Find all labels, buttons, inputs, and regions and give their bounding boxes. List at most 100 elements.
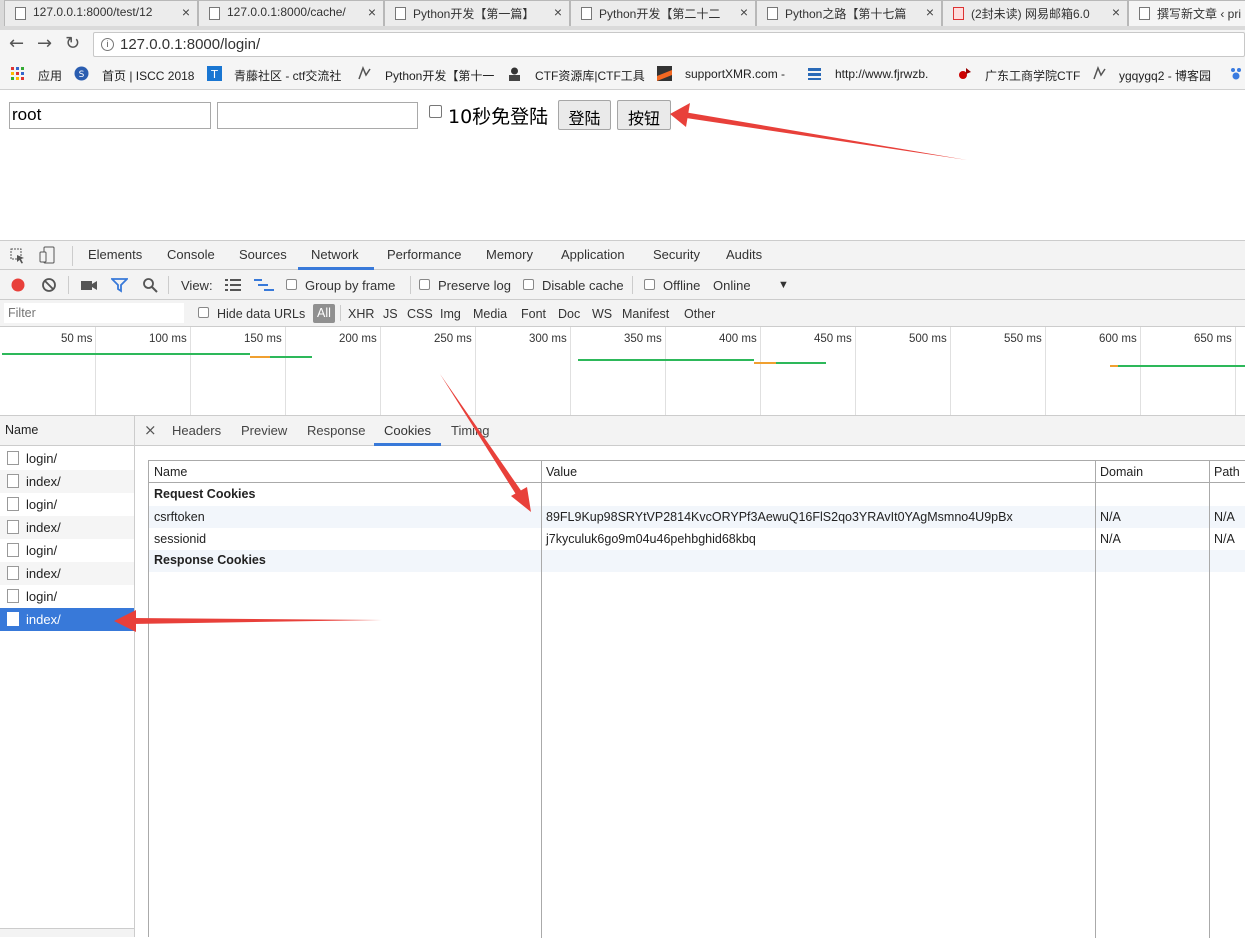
waterfall-overview-icon[interactable] (254, 278, 274, 292)
filter-type-other[interactable]: Other (684, 307, 715, 321)
search-icon[interactable] (142, 277, 158, 293)
offline-checkbox[interactable] (644, 279, 655, 290)
column-header-value[interactable]: Value (546, 465, 577, 479)
bookmark-fjrwzb[interactable]: http://www.fjrwzb. (835, 67, 928, 81)
tab-memory[interactable]: Memory (486, 247, 533, 262)
large-rows-icon[interactable] (225, 278, 241, 292)
tab-sources[interactable]: Sources (239, 247, 287, 262)
request-row[interactable]: login/ (0, 447, 134, 470)
bookmark-cnblogs[interactable]: ygqygq2 - 博客园 (1119, 67, 1211, 84)
request-name: login/ (26, 543, 58, 558)
filter-input[interactable] (4, 303, 184, 323)
filter-type-js[interactable]: JS (383, 307, 398, 321)
tab-application[interactable]: Application (561, 247, 625, 262)
close-icon[interactable]: × (926, 4, 934, 20)
browser-tab[interactable]: Python开发【第一篇】 × (384, 0, 570, 26)
group-by-frame-checkbox[interactable] (286, 279, 297, 290)
column-divider[interactable] (1209, 461, 1210, 938)
inspect-element-icon[interactable] (10, 248, 26, 264)
bookmark-apps[interactable]: 应用 (38, 67, 62, 84)
forward-arrow-icon[interactable]: → (37, 33, 52, 54)
column-divider[interactable] (1095, 461, 1096, 938)
extra-button[interactable]: 按钮 (617, 100, 671, 130)
close-icon[interactable]: × (740, 4, 748, 20)
request-row[interactable]: login/ (0, 493, 134, 516)
close-icon[interactable]: × (1112, 4, 1120, 20)
login-button[interactable]: 登陆 (558, 100, 611, 130)
column-header-name[interactable]: Name (154, 465, 187, 479)
browser-tab[interactable]: Python之路【第十七篇 × (756, 0, 942, 26)
horizontal-scrollbar[interactable] (0, 928, 134, 937)
browser-tab[interactable]: Python开发【第二十二 × (570, 0, 756, 26)
filter-funnel-icon[interactable] (111, 277, 128, 293)
request-row-selected[interactable]: index/ (0, 608, 134, 631)
blog-logo-icon (581, 7, 592, 20)
filter-type-img[interactable]: Img (440, 307, 461, 321)
request-row[interactable]: index/ (0, 562, 134, 585)
request-row[interactable]: index/ (0, 470, 134, 493)
tab-elements[interactable]: Elements (88, 247, 142, 262)
column-divider[interactable] (541, 461, 542, 938)
tab-console[interactable]: Console (167, 247, 215, 262)
browser-tab[interactable]: (2封未读) 网易邮箱6.0 × (942, 0, 1128, 26)
filter-type-font[interactable]: Font (521, 307, 546, 321)
tab-cookies[interactable]: Cookies (384, 423, 431, 438)
browser-tab-active[interactable]: 撰写新文章 ‹ pri (1128, 0, 1245, 26)
filter-type-doc[interactable]: Doc (558, 307, 580, 321)
filter-type-manifest[interactable]: Manifest (622, 307, 669, 321)
request-row[interactable]: login/ (0, 585, 134, 608)
filter-type-ws[interactable]: WS (592, 307, 612, 321)
filter-type-media[interactable]: Media (473, 307, 507, 321)
tab-headers[interactable]: Headers (172, 423, 221, 438)
requests-header[interactable]: Name (0, 416, 134, 446)
column-header-domain[interactable]: Domain (1100, 465, 1143, 479)
close-icon[interactable]: × (182, 4, 190, 20)
close-icon[interactable]: × (368, 4, 376, 20)
device-toolbar-icon[interactable] (38, 246, 56, 264)
request-bar (270, 356, 312, 358)
column-header-path[interactable]: Path (1214, 465, 1240, 479)
tab-network[interactable]: Network (311, 247, 359, 262)
tab-response[interactable]: Response (307, 423, 366, 438)
timeline-tick: 300 ms (529, 333, 567, 345)
filter-type-xhr[interactable]: XHR (348, 307, 374, 321)
filter-type-css[interactable]: CSS (407, 307, 433, 321)
info-icon[interactable]: i (101, 38, 114, 51)
bookmark-iscc[interactable]: 首页 | ISCC 2018 (102, 67, 195, 84)
close-icon[interactable]: × (554, 4, 562, 20)
back-arrow-icon[interactable]: ← (9, 33, 24, 54)
password-input[interactable] (217, 102, 418, 129)
hide-data-urls-checkbox[interactable] (198, 307, 209, 318)
tab-performance[interactable]: Performance (387, 247, 461, 262)
address-bar[interactable]: i 127.0.0.1:8000/login/ (93, 32, 1245, 57)
request-name: index/ (26, 612, 61, 627)
username-input[interactable]: root (9, 102, 211, 129)
preserve-log-checkbox[interactable] (419, 279, 430, 290)
annotation-arrow-button (670, 103, 967, 160)
clear-icon[interactable] (41, 277, 57, 293)
browser-tab[interactable]: 127.0.0.1:8000/test/12 × (4, 0, 198, 26)
remember-checkbox[interactable] (429, 105, 442, 118)
throttling-select[interactable]: Online (713, 278, 751, 293)
tab-preview[interactable]: Preview (241, 423, 287, 438)
bookmark-supportxmr[interactable]: supportXMR.com - (685, 67, 785, 81)
bookmark-gdctf[interactable]: 广东工商学院CTF (985, 67, 1080, 84)
reload-icon[interactable]: ↻ (65, 33, 80, 54)
filter-type-all[interactable]: All (313, 304, 335, 323)
record-icon[interactable] (10, 277, 26, 293)
tab-audits[interactable]: Audits (726, 247, 762, 262)
bookmark-qingteng[interactable]: 青藤社区 - ctf交流社 (234, 67, 341, 84)
bookmark-ctf-resources[interactable]: CTF资源库|CTF工具 (535, 67, 645, 84)
network-overview-timeline[interactable]: 50 ms 100 ms 150 ms 200 ms 250 ms 300 ms… (0, 327, 1245, 416)
browser-tab[interactable]: 127.0.0.1:8000/cache/ × (198, 0, 384, 26)
screenshot-camera-icon[interactable] (80, 278, 98, 292)
close-icon[interactable]: × (144, 421, 157, 439)
request-row[interactable]: login/ (0, 539, 134, 562)
request-bar (2, 353, 250, 355)
tab-security[interactable]: Security (653, 247, 700, 262)
disable-cache-checkbox[interactable] (523, 279, 534, 290)
chevron-down-icon[interactable]: ▼ (778, 279, 789, 291)
tab-timing[interactable]: Timing (451, 423, 490, 438)
bookmark-python[interactable]: Python开发【第十一 (385, 67, 494, 84)
request-row[interactable]: index/ (0, 516, 134, 539)
